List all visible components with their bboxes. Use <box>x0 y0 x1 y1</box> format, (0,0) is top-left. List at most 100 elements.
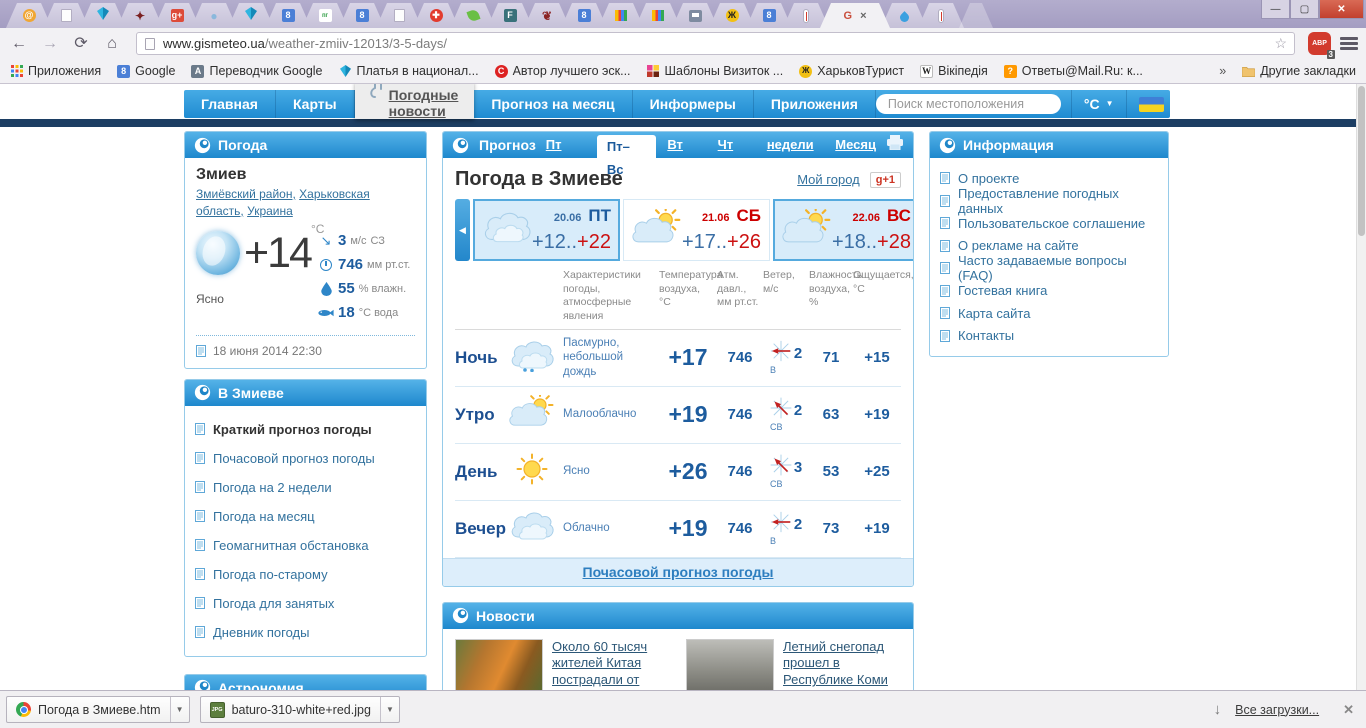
sidebar-link-item[interactable]: Карта сайта <box>940 302 1158 325</box>
download-bar-close-icon[interactable]: ✕ <box>1343 702 1354 718</box>
bookmark-item[interactable]: » <box>1219 64 1226 78</box>
nav-item-weather-news[interactable]: Погодные новости <box>355 84 475 119</box>
bookmark-item[interactable]: Другие закладки <box>1242 64 1356 78</box>
region-link[interactable]: Украина <box>247 204 293 218</box>
sidebar-link[interactable]: Часто задаваемые вопросы (FAQ) <box>958 253 1158 283</box>
sidebar-link-item[interactable]: Часто задаваемые вопросы (FAQ) <box>940 257 1158 280</box>
units-dropdown[interactable]: °C▼ <box>1071 90 1126 118</box>
back-button[interactable]: ← <box>8 36 30 52</box>
forecast-tab[interactable]: Вт–Чт <box>718 131 756 158</box>
tab-close-icon[interactable]: × <box>860 10 866 22</box>
download-item-main[interactable]: JPGbaturo-310-white+red.jpg <box>201 702 380 718</box>
forecast-tab[interactable]: 2 недели <box>767 131 824 158</box>
bookmark-item[interactable]: ?Ответы@Mail.Ru: к... <box>1004 64 1143 78</box>
address-bar[interactable]: www.gismeteo.ua/weather-zmiiv-12013/3-5-… <box>136 32 1295 55</box>
news-image[interactable] <box>455 639 543 690</box>
print-icon[interactable] <box>886 135 904 155</box>
close-button[interactable]: ✕ <box>1319 0 1364 19</box>
download-item-menu[interactable]: ▼ <box>380 697 399 722</box>
sidebar-link[interactable]: Погода по-старому <box>213 567 328 582</box>
sidebar-link-item[interactable]: Предоставление погодных данных <box>940 190 1158 213</box>
nav-item[interactable]: Прогноз на месяц <box>474 90 632 118</box>
sidebar-link-item[interactable]: Дневник погоды <box>195 618 416 647</box>
bookmark-item[interactable]: Приложения <box>10 64 101 78</box>
nav-item[interactable]: Приложения <box>754 90 876 118</box>
menu-icon[interactable] <box>1340 37 1358 50</box>
sidebar-link[interactable]: Контакты <box>958 328 1014 343</box>
day-card[interactable]: 20.06ПТ+12..+22 <box>473 199 620 261</box>
download-item-main[interactable]: Погода в Змиеве.htm <box>7 702 170 717</box>
forecast-tab[interactable]: Месяц <box>835 132 876 158</box>
forecast-tab[interactable]: Вс–Вт <box>667 131 706 158</box>
bookmark-item[interactable]: ЖХарьковТурист <box>799 64 904 78</box>
sidebar-link-item[interactable]: Геомагнитная обстановка <box>195 531 416 560</box>
search-input[interactable] <box>876 94 1061 114</box>
adblock-icon[interactable]: ABP 3 <box>1308 32 1331 55</box>
scrollbar-thumb[interactable] <box>1358 86 1365 236</box>
sidebar-link[interactable]: Погода для занятых <box>213 596 334 611</box>
bookmark-item[interactable]: CАвтор лучшего эск... <box>495 64 631 78</box>
region-links: Змиёвский район, Харьковская область, Ук… <box>196 186 415 220</box>
sidebar-link[interactable]: Дневник погоды <box>213 625 309 640</box>
forecast-tab-active[interactable]: Пт–Вс <box>597 135 656 158</box>
sidebar-link-item[interactable]: Погода на месяц <box>195 502 416 531</box>
download-item[interactable]: JPGbaturo-310-white+red.jpg▼ <box>200 696 400 723</box>
hourly-forecast-link[interactable]: Почасовой прогноз погоды <box>583 564 774 580</box>
sidebar-link-item[interactable]: Краткий прогноз погоды <box>195 415 416 444</box>
sidebar-link-item[interactable]: Контакты <box>940 325 1158 348</box>
sidebar-link[interactable]: Предоставление погодных данных <box>958 186 1158 216</box>
language-flag-dropdown[interactable]: ▼ <box>1126 90 1190 118</box>
url-text[interactable]: www.gismeteo.ua/weather-zmiiv-12013/3-5-… <box>163 36 447 51</box>
maximize-button[interactable]: ▢ <box>1290 0 1319 19</box>
home-button[interactable]: ⌂ <box>101 36 123 52</box>
bookmark-item[interactable]: 8Google <box>117 64 175 78</box>
sidebar-link-item[interactable]: Почасовой прогноз погоды <box>195 444 416 473</box>
minimize-button[interactable]: — <box>1261 0 1290 19</box>
sidebar-link[interactable]: Погода на 2 недели <box>213 480 332 495</box>
news-title-link[interactable]: Около 60 тысяч жителей Китая пострадали … <box>552 639 670 690</box>
sidebar-link-item[interactable]: Погода для занятых <box>195 589 416 618</box>
sidebar-link[interactable]: Карта сайта <box>958 306 1030 321</box>
my-city-link[interactable]: Мой город <box>797 172 860 187</box>
reload-button[interactable]: ⟳ <box>70 36 92 52</box>
nav-item[interactable]: Карты <box>276 90 355 118</box>
sidebar-link-item[interactable]: Погода по-старому <box>195 560 416 589</box>
nav-item[interactable]: Информеры <box>633 90 754 118</box>
bookmark-item[interactable]: AПереводчик Google <box>191 64 322 78</box>
show-all-downloads-link[interactable]: Все загрузки... <box>1235 703 1319 717</box>
sidebar-link[interactable]: Почасовой прогноз погоды <box>213 451 375 466</box>
day-card[interactable]: 22.06ВС+18..+28 <box>773 199 914 261</box>
sidebar-link-item[interactable]: Погода на 2 недели <box>195 473 416 502</box>
sidebar-link[interactable]: Краткий прогноз погоды <box>213 422 372 437</box>
bookmark-star-icon[interactable]: ☆ <box>1274 35 1287 52</box>
nav-item[interactable]: Главная <box>184 90 276 118</box>
sidebar-link[interactable]: О рекламе на сайте <box>958 238 1079 253</box>
sidebar-link-item[interactable]: Пользовательское соглашение <box>940 212 1158 235</box>
news-item[interactable]: Летний снегопад прошел в Республике Коми <box>686 639 901 690</box>
sidebar-link[interactable]: Пользовательское соглашение <box>958 216 1145 231</box>
news-title-link[interactable]: Летний снегопад прошел в Республике Коми <box>783 639 901 690</box>
news-item[interactable]: Около 60 тысяч жителей Китая пострадали … <box>455 639 670 690</box>
bookmark-item[interactable]: Шаблоны Визиток ... <box>647 64 784 78</box>
scrollbar[interactable] <box>1356 84 1366 690</box>
sidebar-link[interactable]: О проекте <box>958 171 1019 186</box>
region-link[interactable]: Змиёвский район, <box>196 187 296 201</box>
new-tab-button[interactable] <box>959 3 993 28</box>
forecast-tab[interactable]: Ср–Пт <box>546 131 586 158</box>
day-card[interactable]: 21.06СБ+17..+26 <box>623 199 770 261</box>
sidebar-link[interactable]: Погода на месяц <box>213 509 315 524</box>
download-item-menu[interactable]: ▼ <box>170 697 189 722</box>
bookmark-item[interactable]: Платья в национал... <box>339 64 479 78</box>
browser-tab[interactable] <box>918 3 964 28</box>
bookmark-label: Шаблоны Визиток ... <box>665 64 784 78</box>
forward-button[interactable]: → <box>39 36 61 52</box>
bookmark-item[interactable]: WВікіпедія <box>920 64 988 78</box>
download-item[interactable]: Погода в Змиеве.htm▼ <box>6 696 190 723</box>
sidebar-link[interactable]: Гостевая книга <box>958 283 1047 298</box>
news-image[interactable] <box>686 639 774 690</box>
browser-tab-active[interactable]: G× <box>820 3 890 28</box>
sidebar-link[interactable]: Геомагнитная обстановка <box>213 538 369 553</box>
prev-days-arrow[interactable]: ◀ <box>455 199 470 261</box>
google-plus-one-button[interactable]: g+1 <box>870 172 901 188</box>
row-pressure: 746 <box>717 520 763 537</box>
